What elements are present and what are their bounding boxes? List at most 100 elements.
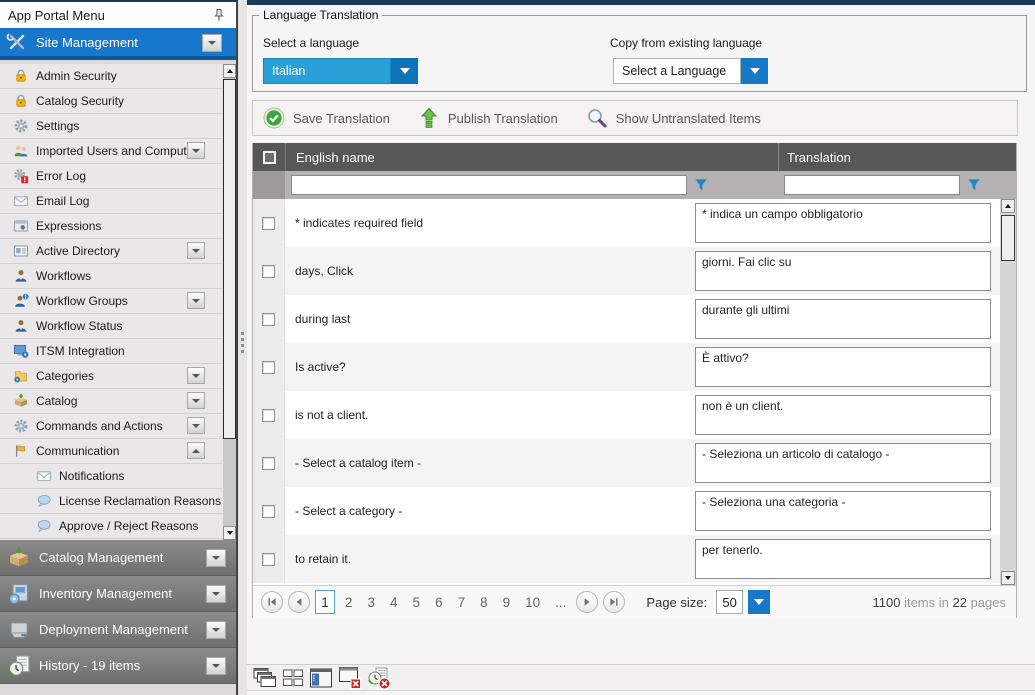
sidebar-item-itsm-integration[interactable]: ITSM Integration bbox=[0, 339, 223, 364]
row-checkbox[interactable] bbox=[262, 265, 275, 278]
row-checkbox[interactable] bbox=[262, 361, 275, 374]
sidebar-section-deployment-management[interactable]: Deployment Management bbox=[0, 612, 236, 648]
close-history-icon[interactable] bbox=[367, 666, 391, 690]
chevron-down-icon[interactable] bbox=[187, 392, 205, 409]
chevron-down-icon[interactable] bbox=[206, 621, 226, 639]
english-filter-input[interactable] bbox=[291, 175, 687, 195]
save-translation-button[interactable]: Save Translation bbox=[263, 107, 390, 129]
next-page-button[interactable] bbox=[576, 591, 598, 613]
row-checkbox[interactable] bbox=[262, 217, 275, 230]
select-all-checkbox[interactable] bbox=[263, 151, 276, 164]
sidebar-section-catalog-management[interactable]: Catalog Management bbox=[0, 540, 236, 576]
row-checkbox[interactable] bbox=[262, 313, 275, 326]
sidebar-item-workflow-status[interactable]: Workflow Status bbox=[0, 314, 223, 339]
translation-textarea[interactable]: durante gli ultimi bbox=[695, 299, 991, 339]
copy-language-dropdown[interactable]: Select a Language bbox=[613, 58, 768, 84]
scrollbar-thumb[interactable] bbox=[1001, 215, 1015, 261]
sidebar-item-notifications[interactable]: Notifications bbox=[0, 464, 223, 489]
last-page-button[interactable] bbox=[603, 591, 625, 613]
page-size-value[interactable]: 50 bbox=[716, 590, 743, 614]
page-button[interactable]: 10 bbox=[520, 595, 545, 610]
sidebar-item-license-reclamation[interactable]: License Reclamation Reasons bbox=[0, 489, 223, 514]
grid-scrollbar[interactable] bbox=[1000, 199, 1016, 585]
translation-textarea[interactable]: giorni. Fai clic su bbox=[695, 251, 991, 291]
sidebar-section-inventory-management[interactable]: Inventory Management bbox=[0, 576, 236, 612]
filter-icon[interactable] bbox=[967, 178, 981, 192]
chevron-down-icon[interactable] bbox=[187, 367, 205, 384]
sidebar-item-categories[interactable]: Categories bbox=[0, 364, 223, 389]
chevron-down-icon[interactable] bbox=[206, 549, 226, 567]
sidebar-item-catalog[interactable]: Catalog bbox=[0, 389, 223, 414]
scrollbar-thumb[interactable] bbox=[223, 79, 236, 439]
cascade-windows-icon[interactable] bbox=[253, 667, 277, 689]
chevron-down-icon[interactable] bbox=[187, 292, 205, 309]
scroll-down-icon[interactable] bbox=[1001, 571, 1015, 585]
chevron-down-icon[interactable] bbox=[187, 417, 205, 434]
chevron-down-icon[interactable] bbox=[202, 34, 222, 52]
column-header-english[interactable]: English name bbox=[285, 143, 778, 171]
chevron-down-icon[interactable] bbox=[748, 590, 770, 614]
sidebar-item-workflows[interactable]: Workflows bbox=[0, 264, 223, 289]
sidebar-item-commands-actions[interactable]: Commands and Actions bbox=[0, 414, 223, 439]
column-header-translation[interactable]: Translation bbox=[778, 143, 1016, 171]
sidebar-item-workflow-groups[interactable]: Workflow Groups bbox=[0, 289, 223, 314]
translation-textarea[interactable]: per tenerlo. bbox=[695, 539, 991, 579]
sidebar-item-email-log[interactable]: Email Log bbox=[0, 189, 223, 214]
window-panel-icon[interactable] bbox=[309, 667, 333, 689]
publish-translation-button[interactable]: Publish Translation bbox=[418, 107, 558, 129]
splitter-handle[interactable] bbox=[241, 332, 244, 353]
chevron-down-icon[interactable] bbox=[206, 585, 226, 603]
sidebar-item-imported-users[interactable]: Imported Users and Computers bbox=[0, 139, 223, 164]
row-checkbox[interactable] bbox=[262, 457, 275, 470]
chevron-down-icon[interactable] bbox=[391, 58, 418, 84]
sidebar-item-error-log[interactable]: Error Log bbox=[0, 164, 223, 189]
sidebar-item-communication[interactable]: Communication bbox=[0, 439, 223, 464]
chevron-down-icon[interactable] bbox=[187, 142, 205, 159]
close-window-icon[interactable] bbox=[338, 666, 362, 690]
translation-textarea[interactable]: * indica un campo obbligatorio bbox=[695, 203, 991, 243]
tile-windows-icon[interactable] bbox=[282, 667, 304, 689]
page-ellipsis[interactable]: ... bbox=[550, 595, 571, 610]
translation-textarea[interactable]: - Seleziona un articolo di catalogo - bbox=[695, 443, 991, 483]
sidebar-item-expressions[interactable]: Expressions bbox=[0, 214, 223, 239]
translation-textarea[interactable]: - Seleziona una categoria - bbox=[695, 491, 991, 531]
page-button[interactable]: 5 bbox=[408, 595, 426, 610]
row-checkbox[interactable] bbox=[262, 553, 275, 566]
sidebar-section-history[interactable]: History - 19 items bbox=[0, 648, 236, 684]
chevron-down-icon[interactable] bbox=[187, 242, 205, 259]
chevron-up-icon[interactable] bbox=[187, 442, 205, 459]
row-checkbox[interactable] bbox=[262, 409, 275, 422]
filter-icon[interactable] bbox=[694, 178, 708, 192]
row-checkbox[interactable] bbox=[262, 505, 275, 518]
chevron-down-icon[interactable] bbox=[206, 657, 226, 675]
sidebar-item-admin-security[interactable]: Admin Security bbox=[0, 64, 223, 89]
sidebar-scrollbar[interactable] bbox=[223, 64, 236, 540]
chevron-down-icon[interactable] bbox=[741, 58, 768, 84]
translation-textarea[interactable]: non è un client. bbox=[695, 395, 991, 435]
prev-page-button[interactable] bbox=[288, 591, 310, 613]
page-button[interactable]: 9 bbox=[498, 595, 516, 610]
page-button[interactable]: 7 bbox=[453, 595, 471, 610]
sidebar-item-active-directory[interactable]: Active Directory bbox=[0, 239, 223, 264]
first-page-button[interactable] bbox=[261, 591, 283, 613]
sidebar-splitter[interactable] bbox=[237, 0, 247, 695]
sidebar-item-settings[interactable]: Settings bbox=[0, 114, 223, 139]
sidebar-section-site-management[interactable]: Site Management bbox=[0, 28, 236, 60]
page-button[interactable]: 8 bbox=[475, 595, 493, 610]
page-button[interactable]: 4 bbox=[385, 595, 403, 610]
sidebar-item-catalog-security[interactable]: Catalog Security bbox=[0, 89, 223, 114]
scroll-up-icon[interactable] bbox=[223, 64, 236, 78]
page-button[interactable]: 2 bbox=[340, 595, 358, 610]
sidebar-item-approve-reject[interactable]: Approve / Reject Reasons bbox=[0, 514, 223, 539]
pin-icon[interactable] bbox=[212, 8, 226, 22]
scroll-down-icon[interactable] bbox=[223, 526, 236, 540]
page-button[interactable]: 3 bbox=[363, 595, 381, 610]
translation-filter-input[interactable] bbox=[784, 175, 960, 195]
page-button[interactable]: 6 bbox=[430, 595, 448, 610]
pagination-bar: 1 2 3 4 5 6 7 8 9 10 ... Page size: 50 1… bbox=[253, 585, 1016, 618]
select-language-dropdown[interactable]: Italian bbox=[263, 58, 418, 84]
page-button-current[interactable]: 1 bbox=[315, 590, 335, 614]
scroll-up-icon[interactable] bbox=[1001, 199, 1015, 213]
show-untranslated-button[interactable]: Show Untranslated Items bbox=[586, 107, 761, 129]
translation-textarea[interactable]: È attivo? bbox=[695, 347, 991, 387]
